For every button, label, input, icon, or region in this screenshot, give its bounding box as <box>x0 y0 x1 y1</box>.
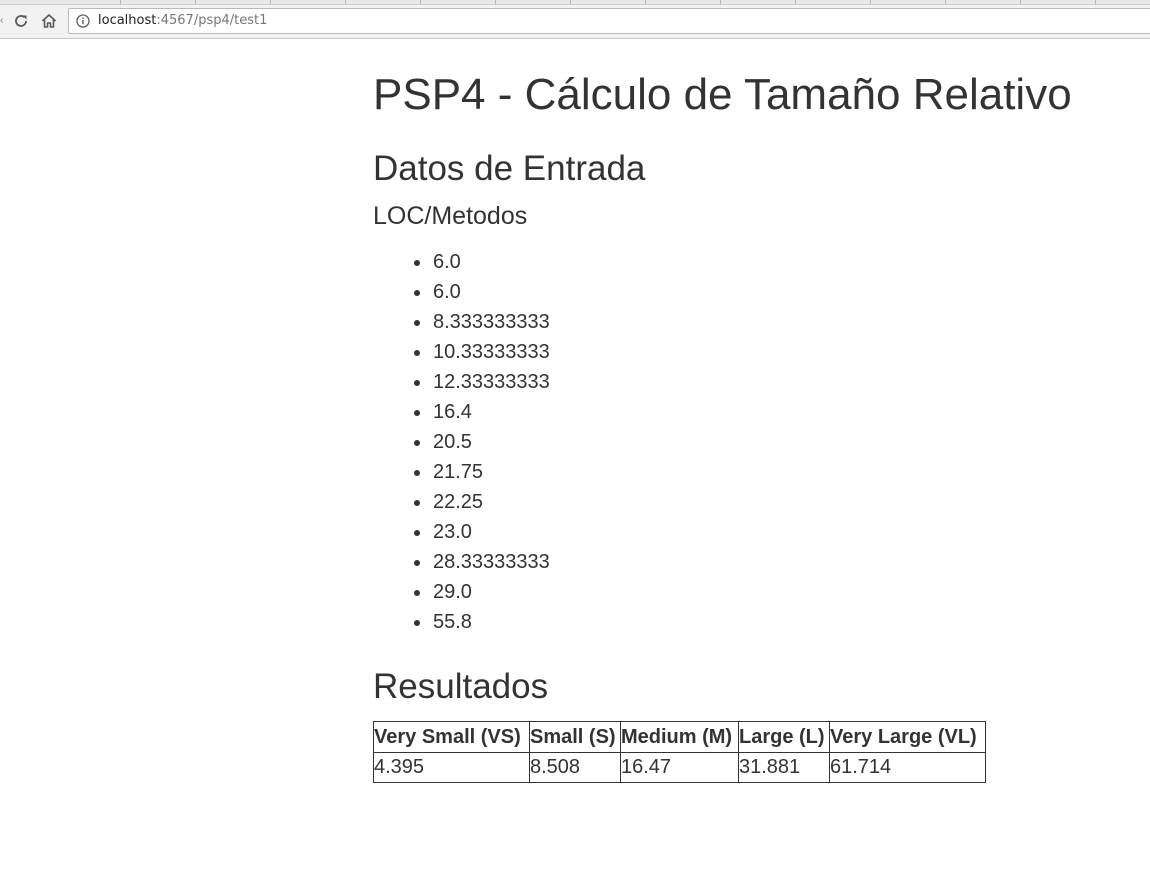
header-medium: Medium (M) <box>620 721 739 753</box>
list-item: 20.5 <box>373 427 550 457</box>
list-item: 16.4 <box>373 397 550 427</box>
url-text[interactable]: localhost:4567/psp4/test1 <box>98 13 267 29</box>
list-item: 8.333333333 <box>373 307 550 337</box>
url-host: localhost <box>98 13 157 28</box>
table-row: 4.395 8.508 16.47 31.881 61.714 <box>373 752 986 783</box>
info-icon[interactable] <box>76 14 90 28</box>
browser-toolbar: ‹ localhost:4567/psp4/test1 <box>0 5 1150 39</box>
list-item: 21.75 <box>373 457 550 487</box>
list-item: 29.0 <box>373 577 550 607</box>
back-icon[interactable]: ‹ <box>0 16 4 26</box>
list-item: 10.33333333 <box>373 337 550 367</box>
list-item: 23.0 <box>373 517 550 547</box>
list-item: 6.0 <box>373 247 550 277</box>
header-large: Large (L) <box>738 721 830 753</box>
table-header-row: Very Small (VS) Small (S) Medium (M) Lar… <box>373 721 986 753</box>
value-very-large: 61.714 <box>829 752 986 783</box>
list-item: 22.25 <box>373 487 550 517</box>
results-heading: Resultados <box>373 667 549 706</box>
address-bar[interactable]: localhost:4567/psp4/test1 <box>68 8 1150 34</box>
header-very-small: Very Small (VS) <box>373 721 530 753</box>
page-title: PSP4 - Cálculo de Tamaño Relativo <box>373 70 1072 119</box>
header-small: Small (S) <box>529 721 621 753</box>
loc-values-list: 6.0 6.0 8.333333333 10.33333333 12.33333… <box>373 247 550 637</box>
reload-button[interactable] <box>10 10 32 32</box>
loc-methods-heading: LOC/Metodos <box>373 202 528 230</box>
value-medium: 16.47 <box>620 752 739 783</box>
list-item: 28.33333333 <box>373 547 550 577</box>
results-table: Very Small (VS) Small (S) Medium (M) Lar… <box>373 721 986 783</box>
value-very-small: 4.395 <box>373 752 530 783</box>
value-small: 8.508 <box>529 752 621 783</box>
header-very-large: Very Large (VL) <box>829 721 986 753</box>
list-item: 55.8 <box>373 607 550 637</box>
reload-icon <box>15 15 27 27</box>
list-item: 12.33333333 <box>373 367 550 397</box>
value-large: 31.881 <box>738 752 830 783</box>
url-path: :4567/psp4/test1 <box>156 13 268 28</box>
input-data-heading: Datos de Entrada <box>373 149 646 188</box>
list-item: 6.0 <box>373 277 550 307</box>
home-button[interactable] <box>38 10 60 32</box>
home-icon <box>41 14 57 28</box>
